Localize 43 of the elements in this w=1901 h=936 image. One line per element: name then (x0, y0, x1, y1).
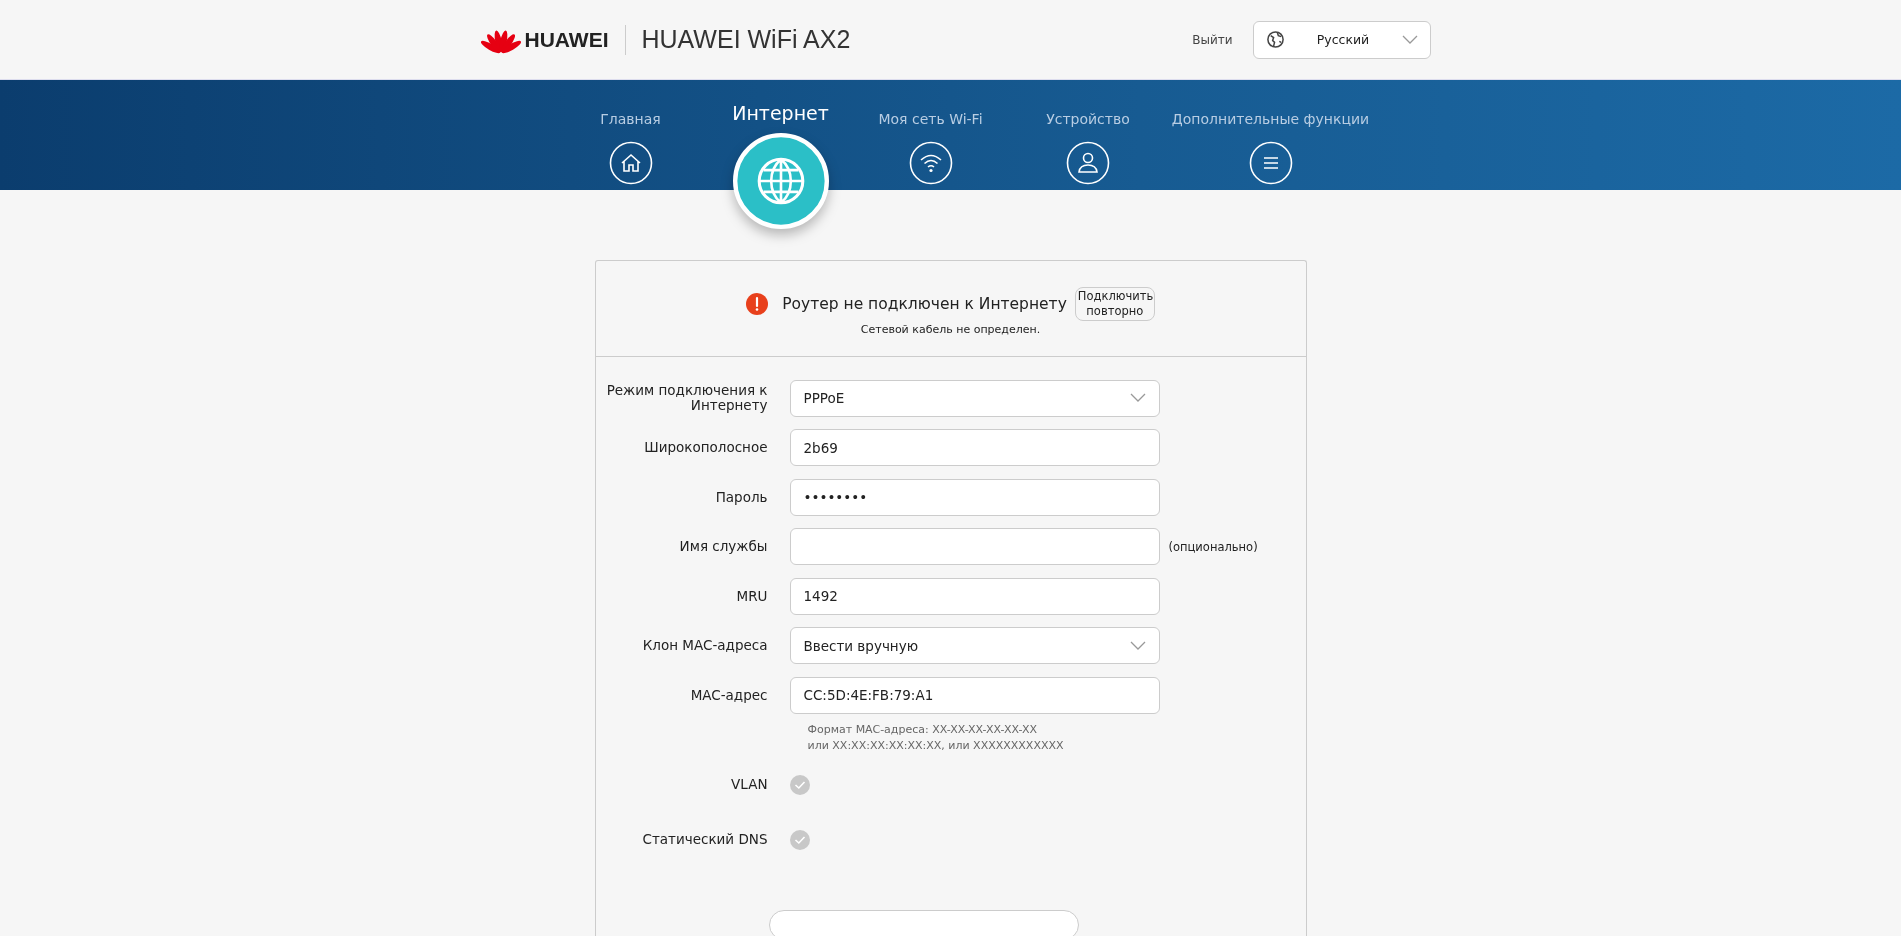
dropdown-field[interactable]: Ввести вручную (789, 627, 1160, 664)
caret-icon (1129, 393, 1146, 403)
reconnect-button[interactable]: Подключить повторно (1074, 287, 1155, 321)
home-icon (608, 141, 653, 185)
input-field[interactable]: 2b69 (789, 429, 1160, 466)
globe-icon (1265, 30, 1285, 49)
field-label: Клон MAC-адреса (641, 638, 769, 653)
optional-note: (опционально) (1168, 539, 1258, 554)
caret-icon (1401, 34, 1418, 45)
brand-name: HUAWEI (524, 27, 609, 52)
nav-tab[interactable]: Дополнительные функции (1170, 80, 1371, 230)
nav-tab[interactable]: Главная (555, 80, 706, 230)
nav-tab[interactable]: Устройство (1005, 80, 1171, 230)
checkbox[interactable] (789, 774, 810, 795)
field-label: Имя службы (678, 539, 769, 554)
field-label: Пароль (714, 489, 769, 505)
field-label: Режим подключения к Интернету (605, 383, 769, 413)
input-field[interactable]: 1492 (789, 577, 1160, 615)
menu-icon (1248, 141, 1293, 185)
field-label: Широкополосное (643, 440, 769, 455)
input-field[interactable]: CC:5D:4E:FB:79:A1 (789, 676, 1160, 714)
nav-tab[interactable]: Интернет (705, 80, 856, 230)
status-detail: Сетевой кабель не определен. (860, 323, 1041, 336)
logout-link[interactable]: Выйти (1192, 32, 1233, 47)
field-label: MAC-адрес (689, 687, 769, 703)
globe-icon (732, 133, 829, 229)
status-message: Роутер не подключен к Интернету (782, 295, 1067, 313)
input-field[interactable]: •••••••• (789, 478, 1160, 516)
checkbox[interactable] (789, 829, 810, 850)
field-label: MRU (735, 588, 769, 604)
format-hint: или XX:XX:XX:XX:XX:XX, или XXXXXXXXXXXX (807, 737, 1065, 754)
field-label: Статический DNS (641, 832, 769, 847)
warning-icon (746, 293, 769, 315)
product-title: HUAWEI WiFi AX2 (641, 25, 851, 54)
caret-icon (1129, 640, 1146, 651)
person-icon (1066, 141, 1110, 185)
dropdown-field[interactable]: PPPoE (789, 379, 1160, 417)
nav-tab[interactable]: Моя сеть Wi-Fi (855, 80, 1006, 230)
field-label: VLAN (730, 777, 769, 792)
language-select[interactable]: Русский (1252, 20, 1431, 59)
wifi-icon (908, 141, 953, 185)
input-field[interactable] (789, 528, 1160, 565)
format-hint: Формат MAC-адреса: XX-XX-XX-XX-XX-XX (807, 721, 1038, 738)
